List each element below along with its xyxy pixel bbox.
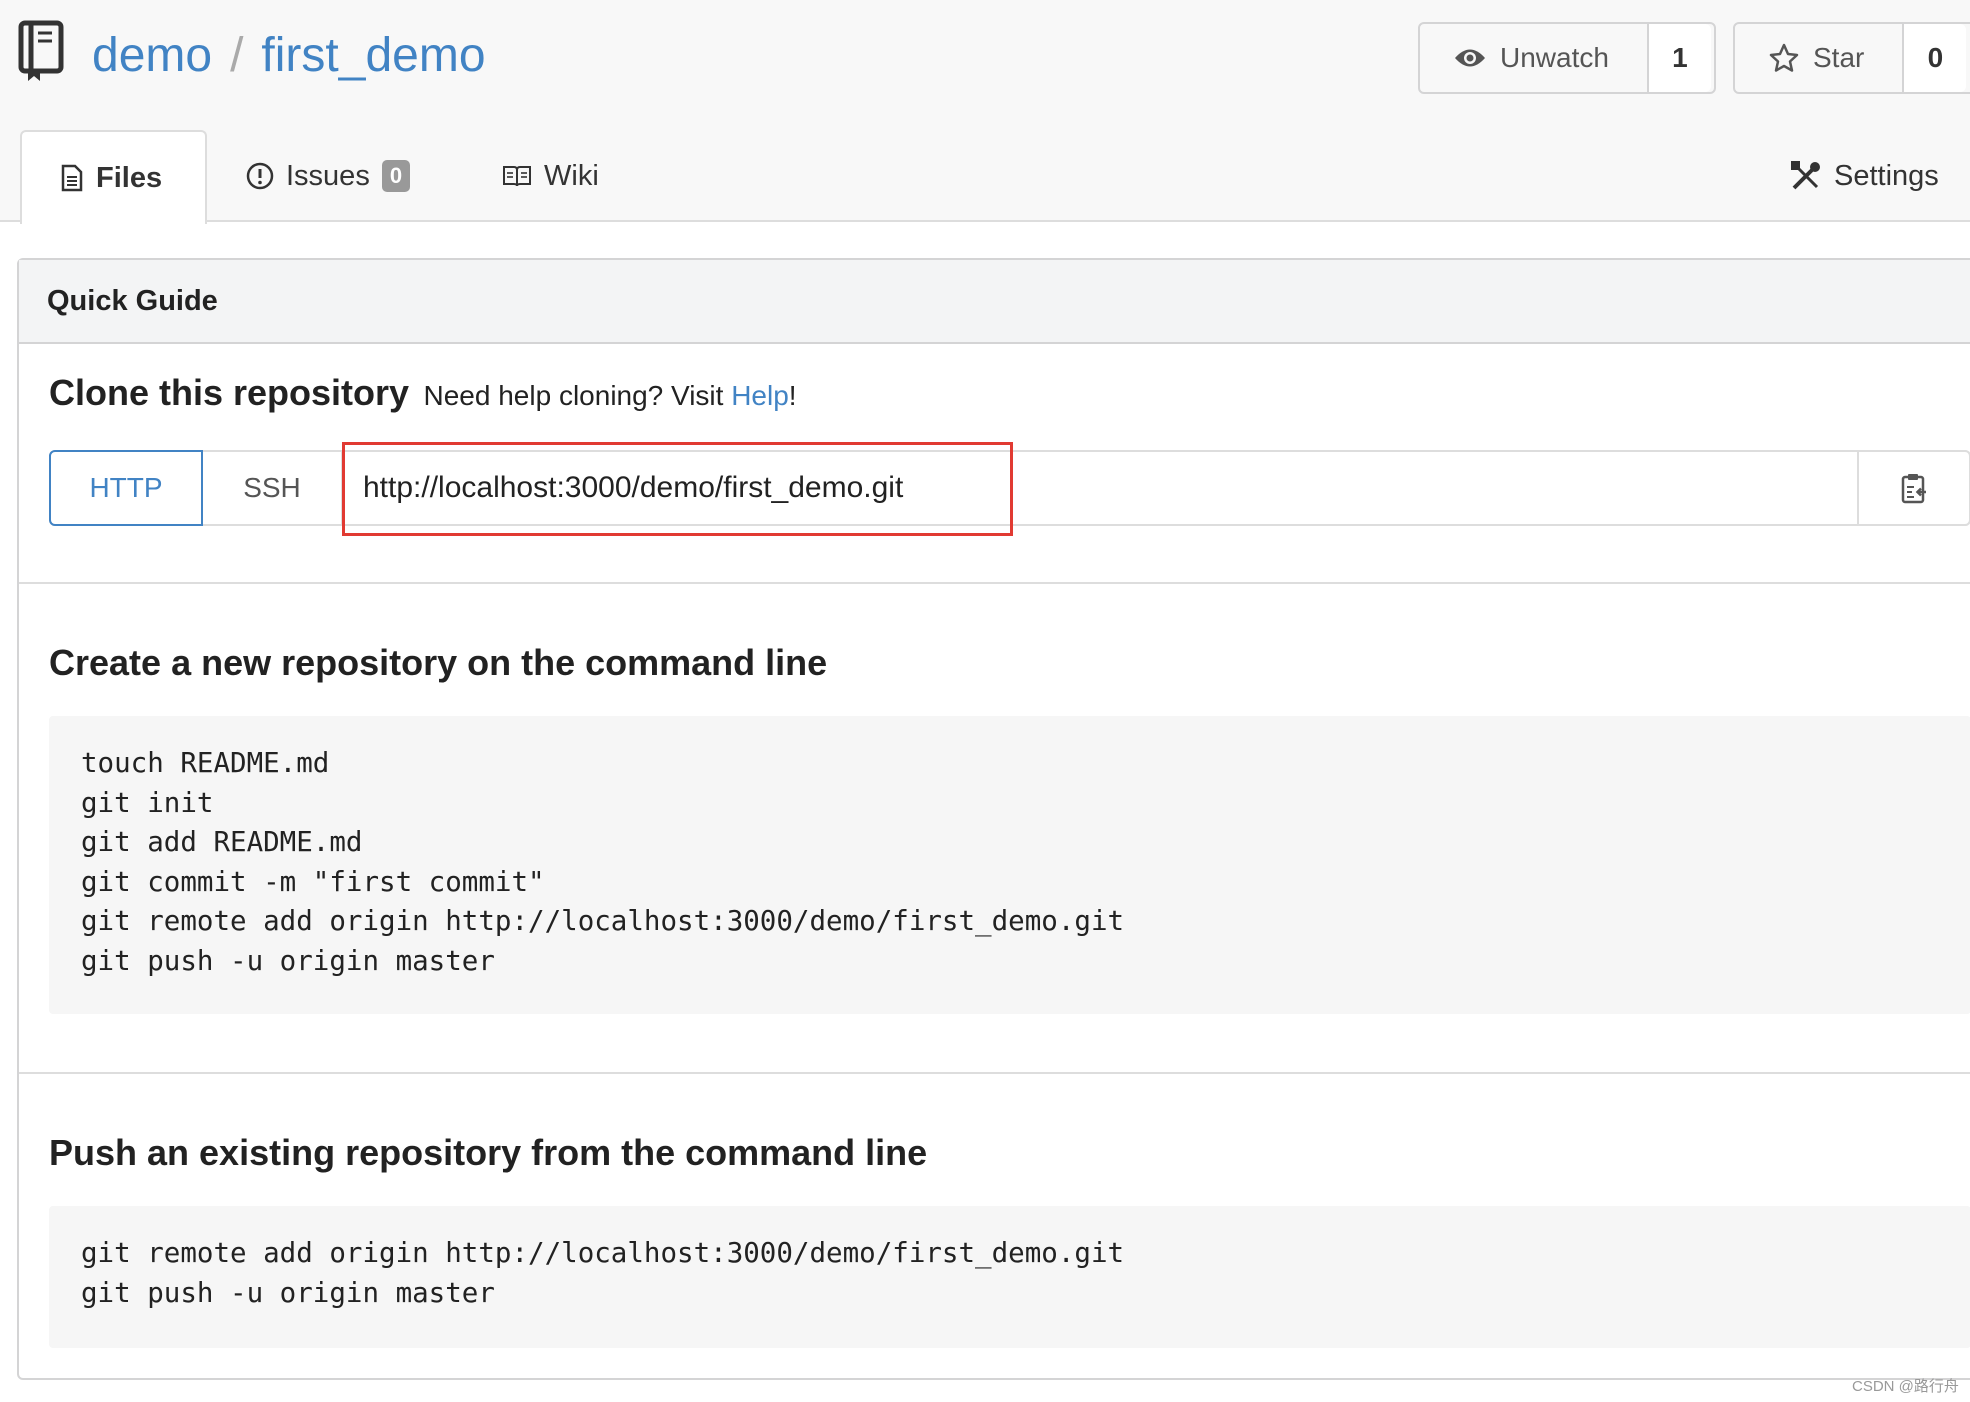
repo-title: demo / first_demo <box>92 26 486 86</box>
tab-wiki[interactable]: Wiki <box>502 130 599 222</box>
quick-guide-panel: Quick Guide Clone this repository Need h… <box>17 258 1970 1380</box>
tab-files[interactable]: Files <box>20 130 207 224</box>
code-line: touch README.md <box>81 747 330 779</box>
clone-help-prefix: Need help cloning? Visit <box>423 380 732 411</box>
unwatch-button[interactable]: Unwatch <box>1420 24 1649 92</box>
repo-book-icon <box>18 20 64 81</box>
tab-settings[interactable]: Settings <box>1790 130 1939 222</box>
code-line: git push -u origin master <box>81 1276 495 1309</box>
ssh-protocol-button[interactable]: SSH <box>203 450 343 526</box>
issue-opened-icon <box>246 162 274 190</box>
unwatch-label: Unwatch <box>1500 42 1609 73</box>
clone-help-suffix: ! <box>788 380 797 411</box>
eye-icon <box>1455 49 1485 67</box>
repo-name-link[interactable]: first_demo <box>261 29 485 82</box>
create-repo-heading: Create a new repository on the command l… <box>49 642 828 683</box>
tab-wiki-label: Wiki <box>544 159 599 192</box>
clipboard-icon <box>1901 474 1926 504</box>
clone-heading: Clone this repository <box>49 372 410 413</box>
clone-help-text: Need help cloning? Visit Help! <box>424 380 797 411</box>
clone-url-input[interactable] <box>343 452 1843 524</box>
tab-issues[interactable]: Issues 0 <box>246 130 411 222</box>
star-button[interactable]: Star <box>1735 24 1905 92</box>
code-line: git remote add origin http://localhost:3… <box>81 905 1125 937</box>
create-repo-code-block: touch README.md git init git add README.… <box>49 716 1970 1014</box>
quick-guide-header: Quick Guide <box>19 260 1970 344</box>
tools-icon <box>1791 161 1820 190</box>
clone-section-title: Clone this repository Need help cloning?… <box>49 372 797 414</box>
code-line: git commit -m "first commit" <box>81 865 545 898</box>
file-text-icon <box>61 164 83 192</box>
push-repo-code-block: git remote add origin http://localhost:3… <box>49 1206 1970 1348</box>
code-line: git push -u origin master <box>81 944 495 977</box>
tab-issues-label: Issues <box>286 159 370 192</box>
code-line: git add README.md <box>81 826 363 858</box>
push-repo-heading: Push an existing repository from the com… <box>49 1132 928 1173</box>
copy-url-button[interactable] <box>1857 450 1970 526</box>
help-link[interactable]: Help <box>731 380 789 411</box>
section-divider <box>19 1072 1970 1074</box>
watchers-count[interactable]: 1 <box>1648 24 1711 92</box>
code-line: git remote add origin http://localhost:3… <box>81 1237 1125 1269</box>
repo-header: demo / first_demo Unwatch 1 Star 0 Files… <box>0 0 1970 224</box>
code-line: git init <box>81 786 214 819</box>
issues-count-badge: 0 <box>381 160 411 192</box>
http-protocol-button[interactable]: HTTP <box>49 450 203 526</box>
section-divider <box>19 582 1970 584</box>
repo-separator: / <box>230 29 244 82</box>
repo-owner-link[interactable]: demo <box>92 29 212 82</box>
watermark: CSDN @路行舟 <box>1852 1378 1959 1395</box>
unwatch-group: Unwatch 1 <box>1418 22 1716 94</box>
tab-files-label: Files <box>96 161 163 194</box>
stars-count[interactable]: 0 <box>1904 24 1967 92</box>
star-label: Star <box>1813 42 1865 73</box>
repo-tabs: Files Issues 0 Wiki Settings <box>0 130 1970 224</box>
book-icon <box>503 166 531 187</box>
tab-settings-label: Settings <box>1834 159 1939 192</box>
clone-url-bar: HTTP SSH <box>49 450 1970 526</box>
star-icon <box>1769 43 1799 72</box>
star-group: Star 0 <box>1733 22 1970 94</box>
